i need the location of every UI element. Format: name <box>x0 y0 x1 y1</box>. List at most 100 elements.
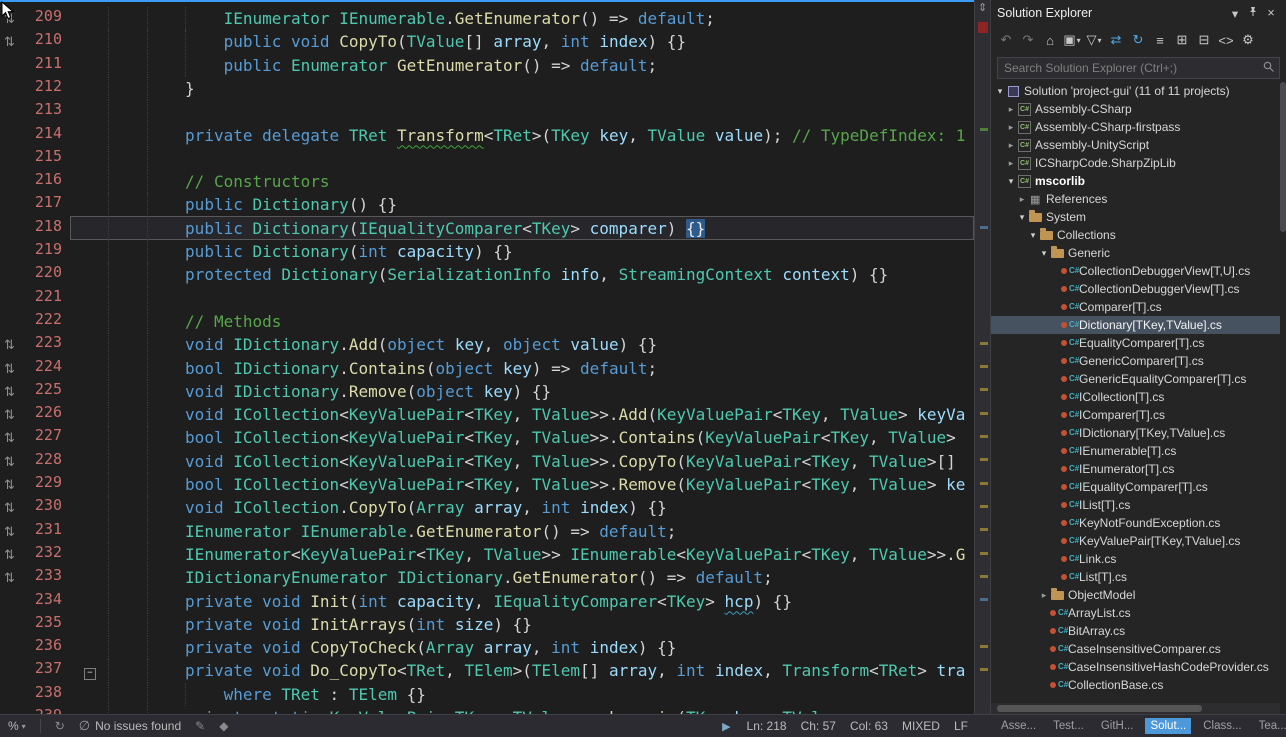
tree-item-caseinsensitivecomparer-cs[interactable]: C#CaseInsensitiveComparer.cs <box>991 640 1280 658</box>
code-line[interactable] <box>108 100 974 123</box>
tree-collapsed-arrow-icon[interactable]: ▸ <box>1005 104 1017 115</box>
code-line[interactable]: private void CopyToCheck(Array array, in… <box>108 636 974 659</box>
window-menu-icon[interactable]: ▾ <box>1226 6 1244 21</box>
tree-item-genericcomparer-t-cs[interactable]: C#GenericComparer[T].cs <box>991 352 1280 370</box>
tree-expanded-arrow-icon[interactable]: ▾ <box>1027 230 1039 241</box>
tree-item-collections[interactable]: ▾Collections <box>991 226 1280 244</box>
implements-icon[interactable]: ⇅ <box>0 337 15 352</box>
line-number[interactable]: 212 <box>22 77 62 100</box>
properties-icon[interactable]: ⚙ <box>1238 30 1258 50</box>
gutter-cell[interactable]: ⇅ <box>0 357 22 380</box>
gutter-cell[interactable]: ⇅ <box>0 520 22 543</box>
code-line[interactable]: IEnumerator<KeyValuePair<TKey, TValue>> … <box>108 543 974 566</box>
explorer-horizontal-scrollbar[interactable] <box>991 703 1280 714</box>
implements-icon[interactable]: ⇅ <box>0 454 15 469</box>
tree-collapsed-arrow-icon[interactable]: ▸ <box>1016 194 1028 205</box>
panel-tab-solut[interactable]: Solut... <box>1145 718 1191 734</box>
line-number[interactable]: 211 <box>22 54 62 77</box>
explorer-vertical-scrollbar[interactable] <box>1280 82 1286 232</box>
back-icon[interactable]: ↶ <box>996 30 1016 50</box>
tree-item-system[interactable]: ▾System <box>991 208 1280 226</box>
code-line[interactable]: private delegate TRet Transform<TRet>(TK… <box>108 124 974 147</box>
next-marker-icon[interactable]: ▶ <box>722 720 730 733</box>
code-line[interactable]: bool IDictionary.Contains(object key) =>… <box>108 357 974 380</box>
line-number[interactable]: 224 <box>22 357 62 380</box>
gutter-cell[interactable]: ⇅ <box>0 403 22 426</box>
line-number[interactable]: 233 <box>22 566 62 589</box>
tree-expanded-arrow-icon[interactable]: ▾ <box>1005 176 1017 187</box>
line-number[interactable]: 229 <box>22 473 62 496</box>
forward-icon[interactable]: ↷ <box>1018 30 1038 50</box>
implements-icon[interactable]: ⇅ <box>0 477 15 492</box>
nest-objects-icon[interactable]: ≡ <box>1150 30 1170 50</box>
splitter-grip-icon[interactable]: ⇕ <box>978 1 987 14</box>
code-line[interactable]: bool ICollection<KeyValuePair<TKey, TVal… <box>108 473 974 496</box>
line-number[interactable]: 219 <box>22 240 62 263</box>
code-line[interactable]: void ICollection.CopyTo(Array array, int… <box>108 496 974 519</box>
code-line[interactable]: public void CopyTo(TValue[] array, int i… <box>108 30 974 53</box>
tree-item-dictionary-tkey-tvalue-cs[interactable]: C#Dictionary[TKey,TValue].cs <box>991 316 1280 334</box>
code-line[interactable]: void ICollection<KeyValuePair<TKey, TVal… <box>108 403 974 426</box>
refresh-icon[interactable]: ↻ <box>1128 30 1148 50</box>
line-number[interactable]: 234 <box>22 590 62 613</box>
tree-expanded-arrow-icon[interactable]: ▾ <box>994 86 1006 97</box>
code-line[interactable]: IEnumerator IEnumerable.GetEnumerator() … <box>108 7 974 30</box>
view-code-icon[interactable]: <> <box>1216 30 1236 50</box>
tree-expanded-arrow-icon[interactable]: ▾ <box>1016 212 1028 223</box>
scrollbar-thumb[interactable] <box>997 705 1202 712</box>
line-number[interactable]: 225 <box>22 380 62 403</box>
gutter-cell[interactable]: ⇅ <box>0 496 22 519</box>
panel-tab-gith[interactable]: GitH... <box>1096 718 1139 734</box>
show-all-files-icon[interactable]: ⊞ <box>1172 30 1192 50</box>
panel-tab-tea[interactable]: Tea... <box>1254 718 1286 734</box>
code-line[interactable]: IDictionaryEnumerator IDictionary.GetEnu… <box>108 566 974 589</box>
tree-item-bitarray-cs[interactable]: C#BitArray.cs <box>991 622 1280 640</box>
tree-item-icomparer-t-cs[interactable]: C#IComparer[T].cs <box>991 406 1280 424</box>
code-line[interactable]: public Enumerator GetEnumerator() => def… <box>108 54 974 77</box>
line-number[interactable]: 223 <box>22 333 62 356</box>
tree-item-caseinsensitivehashcodeprovider-cs[interactable]: C#CaseInsensitiveHashCodeProvider.cs <box>991 658 1280 676</box>
line-number[interactable]: 221 <box>22 287 62 310</box>
pin-icon[interactable] <box>1244 6 1262 20</box>
code-line[interactable]: IEnumerator IEnumerable.GetEnumerator() … <box>108 520 974 543</box>
switch-views-icon[interactable]: ▣▾ <box>1062 30 1082 50</box>
line-number[interactable]: 216 <box>22 170 62 193</box>
selection-diamond-icon[interactable]: ◆ <box>219 719 228 733</box>
tree-item-references[interactable]: ▸▦References <box>991 190 1280 208</box>
line-number[interactable]: 236 <box>22 636 62 659</box>
overview-ruler[interactable]: ⇕ <box>974 0 990 714</box>
tree-item-comparer-t-cs[interactable]: C#Comparer[T].cs <box>991 298 1280 316</box>
tree-item-iequalitycomparer-t-cs[interactable]: C#IEqualityComparer[T].cs <box>991 478 1280 496</box>
line-number[interactable]: 218 <box>22 217 62 240</box>
code-line[interactable]: public Dictionary() {} <box>108 193 974 216</box>
gutter-cell[interactable]: ⇅ <box>0 30 22 53</box>
collapse-all-icon[interactable]: ⊟ <box>1194 30 1214 50</box>
code-column[interactable]: IEnumerator IEnumerable.GetEnumerator() … <box>108 0 974 714</box>
code-line[interactable]: protected Dictionary(SerializationInfo i… <box>108 263 974 286</box>
line-indicator[interactable]: Ln: 218 <box>747 719 787 733</box>
panel-tab-asse[interactable]: Asse... <box>996 718 1041 734</box>
line-number[interactable]: 231 <box>22 520 62 543</box>
zoom-control[interactable]: % ▾ <box>8 719 26 733</box>
tree-item-generic[interactable]: ▾Generic <box>991 244 1280 262</box>
edit-pencil-icon[interactable]: ✎ <box>195 719 205 733</box>
tree-item-equalitycomparer-t-cs[interactable]: C#EqualityComparer[T].cs <box>991 334 1280 352</box>
code-line[interactable]: } <box>108 77 974 100</box>
tree-item-keynotfoundexception-cs[interactable]: C#KeyNotFoundException.cs <box>991 514 1280 532</box>
implements-icon[interactable]: ⇅ <box>0 570 15 585</box>
code-line[interactable] <box>108 147 974 170</box>
tree-item-mscorlib[interactable]: ▾C#mscorlib <box>991 172 1280 190</box>
line-number[interactable]: 227 <box>22 426 62 449</box>
line-number[interactable]: 215 <box>22 147 62 170</box>
tree-item-keyvaluepair-tkey-tvalue-cs[interactable]: C#KeyValuePair[TKey,TValue].cs <box>991 532 1280 550</box>
line-number[interactable]: 209 <box>22 7 62 30</box>
encoding-indicator[interactable]: MIXED <box>902 719 940 733</box>
implements-icon[interactable]: ⇅ <box>0 361 15 376</box>
code-line[interactable]: bool ICollection<KeyValuePair<TKey, TVal… <box>108 426 974 449</box>
panel-tab-test[interactable]: Test... <box>1048 718 1089 734</box>
line-number[interactable]: 235 <box>22 613 62 636</box>
code-line[interactable]: private void InitArrays(int size) {} <box>108 613 974 636</box>
implements-icon[interactable]: ⇅ <box>0 34 15 49</box>
editor-area[interactable]: ⇅⇅⇅⇅⇅⇅⇅⇅⇅⇅⇅⇅⇅ 20921021121221321421521621… <box>0 0 990 714</box>
gutter-cell[interactable]: ⇅ <box>0 426 22 449</box>
